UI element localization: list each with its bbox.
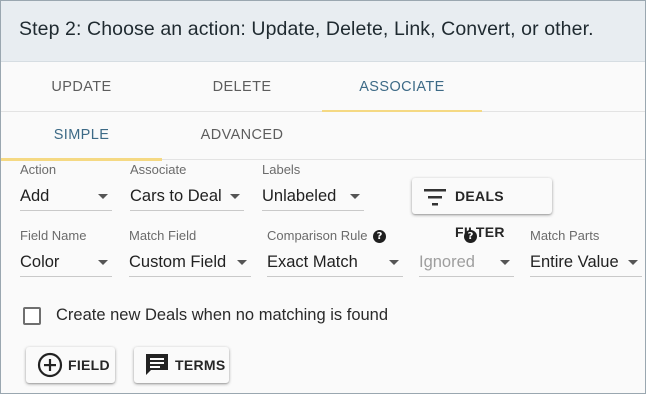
filter-icon <box>424 189 446 206</box>
chevron-down-icon <box>389 260 399 265</box>
chevron-down-icon <box>237 260 247 265</box>
match-field-select[interactable]: Match Field Custom Field <box>129 228 251 278</box>
action-select[interactable]: Action Add <box>20 162 112 212</box>
create-new-label: Create new Deals when no matching is fou… <box>56 306 389 324</box>
deals-filter-button[interactable]: DEALS FILTER <box>412 178 552 240</box>
ignored-select[interactable]: ? Ignored <box>419 228 514 278</box>
field-name-label: Field Name <box>20 228 87 243</box>
create-new-checkbox[interactable] <box>23 307 41 325</box>
associate-select[interactable]: Associate Cars to Deal <box>130 162 244 212</box>
comment-icon <box>146 354 168 375</box>
labels-select[interactable]: Labels Unlabeled <box>262 162 364 212</box>
match-field-value: Custom Field <box>129 253 227 271</box>
step-header: Step 2: Choose an action: Update, Delete… <box>1 1 645 62</box>
match-parts-select[interactable]: Match Parts Entire Value <box>530 228 642 278</box>
terms-label: TERMS <box>175 357 226 373</box>
associate-label: Associate <box>130 162 187 177</box>
add-field-button[interactable]: FIELD <box>26 347 115 383</box>
comparison-rule-select[interactable]: Comparison Rule ? Exact Match <box>267 228 403 278</box>
labels-value: Unlabeled <box>262 187 337 205</box>
help-icon[interactable]: ? <box>373 230 387 243</box>
tab-simple[interactable]: SIMPLE <box>1 112 162 161</box>
labels-label: Labels <box>262 162 301 177</box>
mode-tabs: SIMPLE ADVANCED <box>1 112 645 161</box>
rule-editor-panel: Step 2: Choose an action: Update, Delete… <box>0 0 646 394</box>
match-parts-label: Match Parts <box>530 228 600 243</box>
chevron-down-icon <box>98 260 108 265</box>
tab-advanced[interactable]: ADVANCED <box>162 112 322 160</box>
tab-update[interactable]: UPDATE <box>1 63 162 112</box>
chevron-down-icon <box>98 194 108 199</box>
action-label: Action <box>20 162 57 177</box>
add-circle-icon <box>37 352 63 378</box>
tab-associate[interactable]: ASSOCIATE <box>322 63 482 113</box>
field-name-select[interactable]: Field Name Color <box>20 228 112 278</box>
comparison-rule-value: Exact Match <box>267 253 358 271</box>
match-field-label: Match Field <box>129 228 197 243</box>
action-value: Add <box>20 187 50 205</box>
step-title: Step 2: Choose an action: Update, Delete… <box>19 18 594 40</box>
tab-delete[interactable]: DELETE <box>162 63 322 112</box>
comparison-rule-label: Comparison Rule <box>267 228 368 243</box>
chevron-down-icon <box>500 260 510 265</box>
chevron-down-icon <box>350 194 360 199</box>
associate-value: Cars to Deal <box>130 187 222 205</box>
action-tabs: UPDATE DELETE ASSOCIATE <box>1 63 645 113</box>
terms-button[interactable]: TERMS <box>134 347 229 383</box>
help-icon[interactable]: ? <box>464 230 477 243</box>
field-name-value: Color <box>20 253 60 271</box>
match-parts-value: Entire Value <box>530 253 619 271</box>
chevron-down-icon <box>628 260 638 265</box>
add-field-label: FIELD <box>68 357 110 373</box>
chevron-down-icon <box>230 194 240 199</box>
ignored-value: Ignored <box>419 253 475 271</box>
